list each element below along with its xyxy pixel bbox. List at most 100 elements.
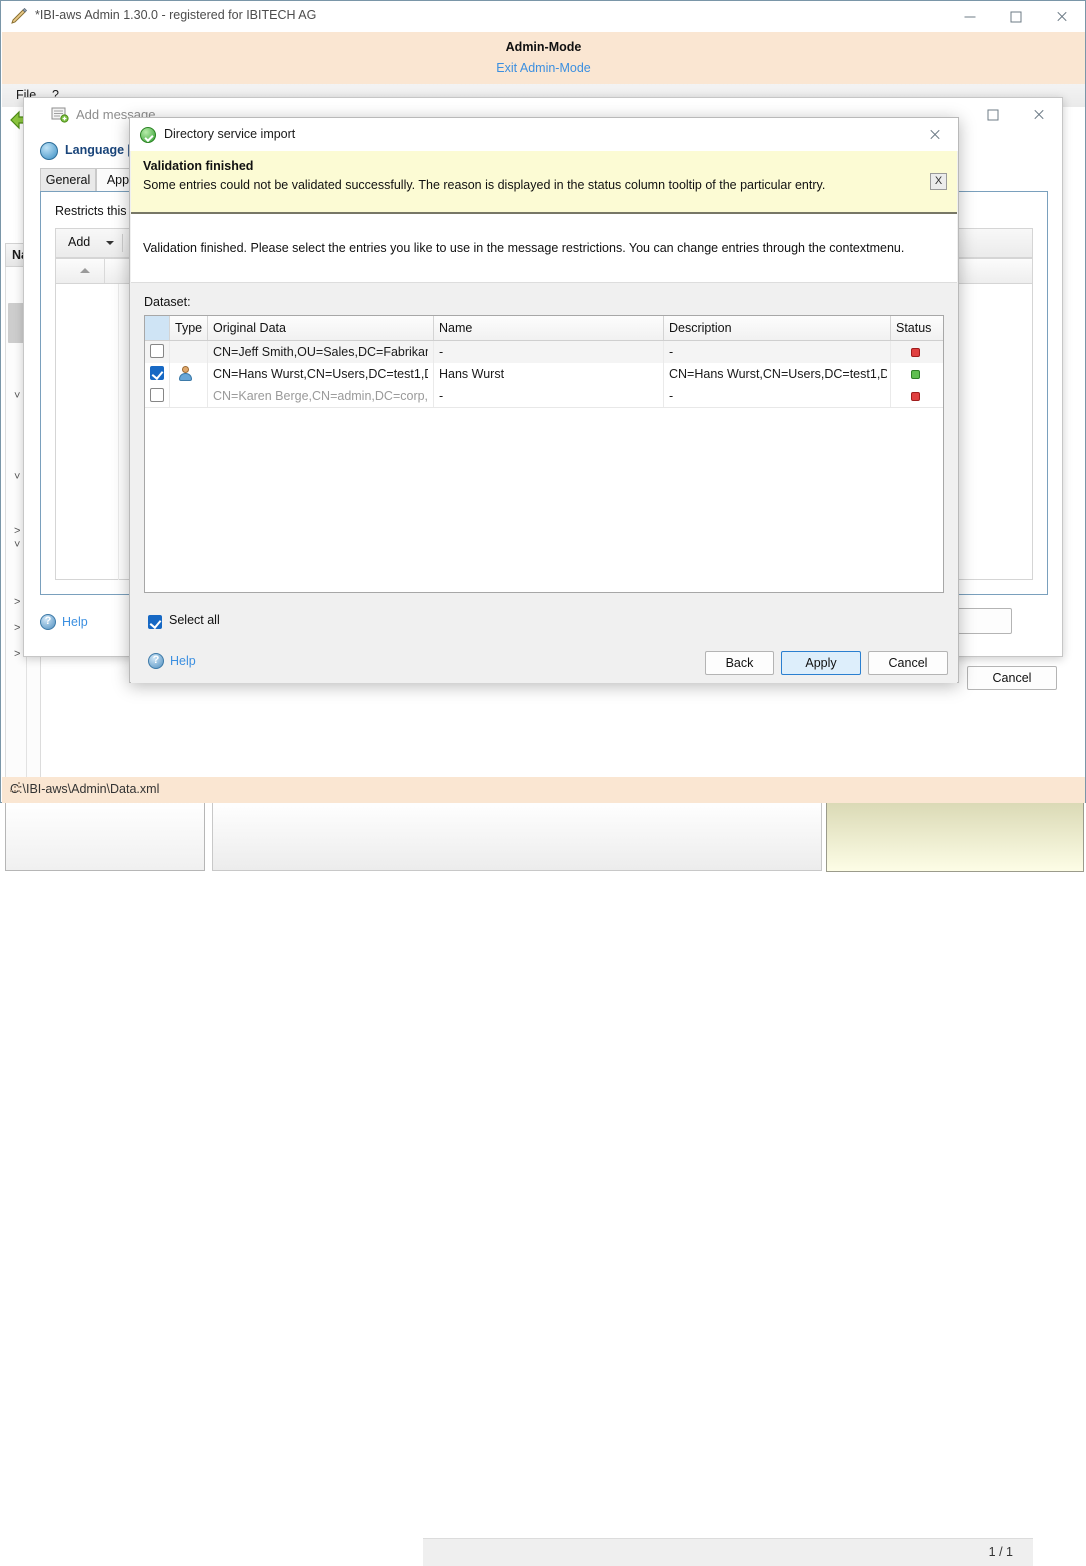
header-divider-1 <box>207 316 208 340</box>
dialog-help[interactable]: Help <box>148 653 208 671</box>
directory-service-import-dialog: Directory service import Validation fini… <box>129 117 959 683</box>
banner-dismiss-button[interactable]: X <box>930 173 947 190</box>
background-left-panel <box>5 801 205 871</box>
window-title: *IBI-aws Admin 1.30.0 - registered for I… <box>35 8 316 22</box>
row-checkbox[interactable] <box>150 388 164 402</box>
message-add-icon <box>51 107 69 123</box>
dialog-title: Directory service import <box>164 127 295 141</box>
table-row[interactable]: CN=Hans Wurst,CN=Users,DC=test1,DC... Ha… <box>145 363 943 386</box>
select-column-header[interactable] <box>145 316 169 340</box>
dataset-grid: Type Original Data Name Description Stat… <box>144 315 944 593</box>
row-divider-0 <box>169 385 170 407</box>
row-divider-3 <box>663 385 664 407</box>
row-divider-1 <box>207 385 208 407</box>
add-message-maximize-button[interactable] <box>970 98 1016 131</box>
column-header-description[interactable]: Description <box>669 321 732 335</box>
row-divider-0 <box>169 341 170 363</box>
row-divider-4 <box>890 341 891 363</box>
page-indicator: 1 / 1 <box>989 1545 1013 1559</box>
row-divider-1 <box>207 363 208 385</box>
column-header-status[interactable]: Status <box>896 321 931 335</box>
status-badge <box>911 392 920 401</box>
dialog-cancel-button[interactable]: Cancel <box>868 651 948 675</box>
success-check-icon <box>140 127 156 143</box>
banner-text: Some entries could not be validated succ… <box>143 178 825 192</box>
status-badge <box>911 348 920 357</box>
header-divider-4 <box>890 316 891 340</box>
tree-scrollbar-thumb[interactable] <box>8 303 24 343</box>
row-divider-1 <box>207 341 208 363</box>
title-bar: *IBI-aws Admin 1.30.0 - registered for I… <box>1 1 1085 32</box>
resize-grip-icon[interactable] <box>10 782 20 792</box>
validation-banner: Validation finished Some entries could n… <box>131 151 957 214</box>
dialog-intro-text: Validation finished. Please select the e… <box>143 241 904 255</box>
column-header-type[interactable]: Type <box>175 321 202 335</box>
table-row[interactable]: CN=Jeff Smith,OU=Sales,DC=Fabrikam,D... … <box>145 341 943 364</box>
exit-admin-mode-link[interactable]: Exit Admin-Mode <box>2 61 1085 75</box>
cell-name: - <box>439 345 659 359</box>
cell-name: Hans Wurst <box>439 367 659 381</box>
application-window: *IBI-aws Admin 1.30.0 - registered for I… <box>0 0 1086 803</box>
minimize-button[interactable] <box>947 1 993 32</box>
column-header-name[interactable]: Name <box>439 321 472 335</box>
apply-button[interactable]: Apply <box>781 651 861 675</box>
dialog-help-label[interactable]: Help <box>170 654 196 668</box>
status-bar-path: C:\IBI-aws\Admin\Data.xml <box>10 782 159 796</box>
row-checkbox[interactable] <box>150 366 164 380</box>
add-message-close-button[interactable] <box>1016 98 1062 131</box>
row-divider-2 <box>433 385 434 407</box>
select-all-row[interactable]: Select all <box>148 615 258 631</box>
user-icon <box>178 366 193 381</box>
row-divider-3 <box>663 341 664 363</box>
row-divider-0 <box>169 363 170 385</box>
row-checkbox[interactable] <box>150 344 164 358</box>
status-badge <box>911 370 920 379</box>
help-icon <box>148 653 164 669</box>
select-all-label: Select all <box>169 613 220 627</box>
cell-original-data: CN=Hans Wurst,CN=Users,DC=test1,DC... <box>213 367 428 381</box>
tab-general[interactable]: General <box>40 168 96 192</box>
row-divider-2 <box>433 341 434 363</box>
add-button[interactable]: Add <box>68 235 90 249</box>
back-button[interactable]: Back <box>705 651 774 675</box>
banner-heading: Validation finished <box>143 159 253 173</box>
sort-ascending-icon[interactable] <box>80 268 90 273</box>
page-indicator-bar: 1 / 1 <box>423 1538 1033 1566</box>
dialog-close-button[interactable] <box>912 118 958 151</box>
grid-column-divider <box>118 284 119 580</box>
status-bar: C:\IBI-aws\Admin\Data.xml <box>2 777 1085 803</box>
select-all-checkbox[interactable] <box>148 615 162 629</box>
cell-original-data: CN=Karen Berge,CN=admin,DC=corp,DC... <box>213 389 428 403</box>
background-cancel-button[interactable]: Cancel <box>967 666 1057 690</box>
globe-icon <box>40 142 58 160</box>
dialog-title-bar: Directory service import <box>130 118 958 151</box>
cell-original-data: CN=Jeff Smith,OU=Sales,DC=Fabrikam,D... <box>213 345 428 359</box>
cell-description: CN=Hans Wurst,CN=Users,DC=test1,DC... <box>669 367 887 381</box>
header-divider-0 <box>169 316 170 340</box>
row-divider-2 <box>433 363 434 385</box>
cell-description: - <box>669 389 887 403</box>
pencil-icon <box>10 8 28 25</box>
close-button[interactable] <box>1039 1 1085 32</box>
background-middle-panel: 1 / 1 <box>212 801 822 871</box>
admin-mode-title: Admin-Mode <box>2 40 1085 54</box>
toolbar-divider <box>122 234 123 252</box>
row-divider-3 <box>663 363 664 385</box>
header-divider-3 <box>663 316 664 340</box>
background-preview-panel <box>826 797 1084 872</box>
column-header-original-data[interactable]: Original Data <box>213 321 286 335</box>
chevron-down-icon[interactable] <box>106 241 114 245</box>
dialog-body: Validation finished. Please select the e… <box>131 214 957 683</box>
help-icon <box>40 614 56 630</box>
maximize-button[interactable] <box>993 1 1039 32</box>
header-divider-2 <box>433 316 434 340</box>
dataset-label: Dataset: <box>144 295 191 309</box>
dataset-grid-header: Type Original Data Name Description Stat… <box>145 316 943 341</box>
add-message-help[interactable]: Help <box>40 614 100 632</box>
table-row[interactable]: CN=Karen Berge,CN=admin,DC=corp,DC... - … <box>145 385 943 408</box>
row-divider-4 <box>890 385 891 407</box>
cell-description: - <box>669 345 887 359</box>
add-message-help-label[interactable]: Help <box>62 615 88 629</box>
cell-name: - <box>439 389 659 403</box>
grid-header-divider-1 <box>104 259 105 283</box>
